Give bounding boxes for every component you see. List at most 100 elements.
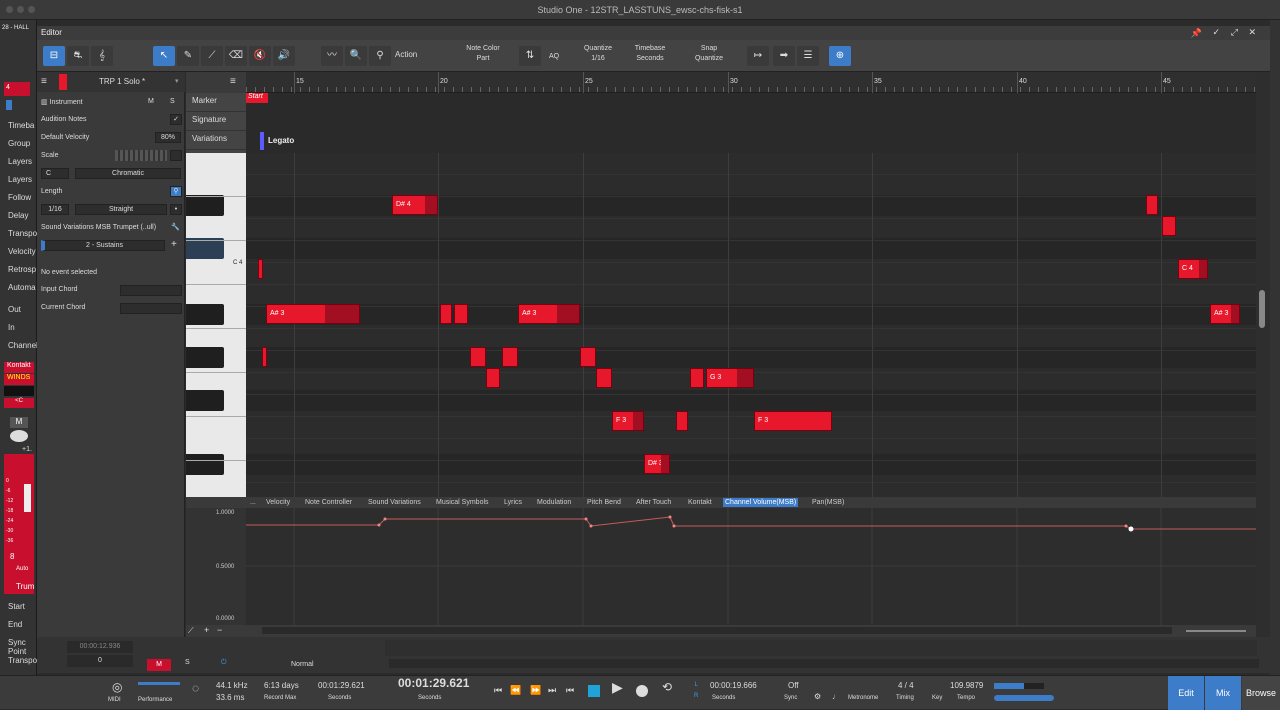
bend-tool-icon[interactable]: 〰	[321, 46, 343, 66]
position-secondary-unit[interactable]: Seconds	[328, 693, 351, 704]
controller-curve[interactable]	[246, 516, 1256, 530]
controller-tab-pitch-bend[interactable]: Pitch Bend	[585, 498, 623, 507]
note-event[interactable]: D# 4	[392, 195, 438, 215]
note-event[interactable]: A# 3	[1210, 304, 1240, 324]
controller-point[interactable]	[1124, 524, 1128, 528]
autoscroll-icon[interactable]: ➡	[773, 46, 795, 66]
pin-icon[interactable]: 📌	[1191, 28, 1202, 39]
length-value-select[interactable]: 1/16	[41, 204, 69, 215]
performance-label[interactable]: Performance	[138, 695, 172, 706]
controller-tab-after-touch[interactable]: After Touch	[634, 498, 673, 507]
sound-variation-select[interactable]: 2 - Sustains	[41, 240, 165, 251]
tempo-value[interactable]: 109.9879	[950, 680, 983, 691]
master-volume-slider[interactable]	[994, 695, 1054, 701]
controller-point[interactable]	[584, 517, 588, 521]
key-label[interactable]: Key	[932, 693, 942, 704]
timebase-control[interactable]: Timebase Seconds	[631, 44, 669, 64]
chevron-down-icon[interactable]: ▾	[175, 77, 179, 85]
zoom-slider[interactable]	[1186, 630, 1246, 632]
note-event[interactable]	[690, 368, 704, 388]
note-event[interactable]	[258, 259, 263, 279]
snap-control[interactable]: Snap Quantize	[689, 44, 729, 64]
goto-end-icon[interactable]: ⏭	[548, 685, 556, 696]
controller-tab-modulation[interactable]: Modulation	[535, 498, 573, 507]
variations-track-label[interactable]: Variations	[186, 131, 246, 150]
current-chord-field[interactable]	[120, 303, 182, 314]
metronome-icon[interactable]: ♩	[832, 691, 840, 702]
loop-length-unit[interactable]: Seconds	[712, 693, 735, 704]
remove-lane-icon[interactable]: −	[217, 625, 222, 635]
close-editor-icon[interactable]: ✕	[1248, 27, 1256, 38]
return-to-zero-icon[interactable]: ⏮	[494, 685, 502, 696]
note-event[interactable]	[1146, 195, 1158, 215]
goto-marker-icon[interactable]: ⏮	[566, 685, 574, 696]
wrench-icon[interactable]: 🔧	[171, 223, 180, 231]
scale-type-select[interactable]: Chromatic	[75, 168, 181, 179]
legato-variation-label[interactable]: Legato	[268, 136, 294, 145]
note-event[interactable]: G 3	[706, 368, 754, 388]
menu-icon[interactable]: ≡	[230, 76, 236, 87]
add-lane-icon[interactable]: +	[204, 625, 209, 635]
sync-point-field[interactable]: 00:00:12.936	[67, 641, 133, 653]
note-event[interactable]: A# 3	[518, 304, 580, 324]
note-event[interactable]: F 3	[754, 411, 832, 431]
pan-control[interactable]: <C	[4, 398, 34, 408]
instrument-solo-button[interactable]: S	[170, 98, 175, 105]
controller-tab-velocity[interactable]: Velocity	[264, 498, 292, 507]
controller-tab-pan[interactable]: Pan(MSB)	[810, 498, 846, 507]
paint-tool-icon[interactable]: ⟋	[201, 46, 223, 66]
note-event[interactable]: D# 3	[644, 454, 670, 474]
controller-point[interactable]	[668, 515, 672, 519]
zoom-fit-icon[interactable]: ⊕	[829, 46, 851, 66]
kontakt-insert[interactable]: Kontakt	[4, 362, 34, 373]
transpose-field[interactable]: 0	[67, 655, 133, 667]
split-tool-icon[interactable]: ⚲	[369, 46, 391, 66]
inspector-toggle-icon[interactable]: ⊟	[43, 46, 65, 66]
arrow-tool-icon[interactable]: ↖	[153, 46, 175, 66]
label-in[interactable]: In	[8, 323, 15, 332]
browse-view-button[interactable]: Browse	[1242, 676, 1280, 710]
channel-fader-strip[interactable]: 0 -6 -12 -18 -24 -30 -36 8 Auto	[4, 454, 34, 584]
snap-toggle-icon[interactable]: ↦	[747, 46, 769, 66]
default-velocity-field[interactable]: 80%	[155, 132, 181, 143]
length-search-icon[interactable]: ⚲	[170, 186, 182, 197]
lower-scrollbar[interactable]	[389, 659, 1259, 668]
controller-lane[interactable]: 1.0000 0.5000 0.0000	[186, 508, 1256, 625]
note-event[interactable]	[454, 304, 468, 324]
scale-keyboard-icon[interactable]	[115, 150, 167, 161]
zoom-tool-icon[interactable]: 🔍	[345, 46, 367, 66]
loop-length[interactable]: 00:00:19.666	[710, 680, 757, 691]
controller-tab-more[interactable]: ...	[248, 498, 258, 507]
play-icon[interactable]: ▶	[612, 680, 623, 694]
list-icon[interactable]: ≡	[41, 76, 47, 87]
note-event[interactable]	[596, 368, 612, 388]
note-event[interactable]	[486, 368, 500, 388]
vertical-scroll-thumb[interactable]	[1259, 290, 1265, 328]
label-out[interactable]: Out	[8, 305, 21, 314]
sync-state[interactable]: Off	[788, 680, 799, 691]
controller-tab-sound-variations[interactable]: Sound Variations	[366, 498, 423, 507]
automation-mode[interactable]: Auto	[16, 566, 28, 572]
inspector-track-name[interactable]: TRP 1 Solo *	[99, 77, 145, 86]
note-filter-icon[interactable]: ⇅	[519, 46, 541, 66]
loop-markers-icon[interactable]: LR	[694, 680, 698, 702]
mode-normal[interactable]: Normal	[291, 661, 314, 668]
quantize-control[interactable]: Quantize 1/16	[581, 44, 615, 64]
settings-icon[interactable]: ⚙	[814, 691, 821, 702]
audition-notes-checkbox[interactable]: ✓	[170, 114, 182, 125]
eraser-tool-icon[interactable]: ⌫	[225, 46, 247, 66]
length-dot-icon[interactable]: •	[170, 204, 182, 215]
action-menu[interactable]: Action	[395, 50, 417, 60]
mute-button[interactable]: M	[10, 417, 28, 428]
main-time-display[interactable]: 00:01:29.621	[398, 677, 469, 689]
timeline-ruler[interactable]: 15 20 25 30 35 40 45	[246, 72, 1256, 93]
instrument-mute-button[interactable]: M	[148, 98, 154, 105]
piano-roll-grid[interactable]: D# 4 C 4 A# 3 A# 3 A# 3 G 3 F 3 F 3 D# 3	[246, 153, 1256, 497]
scale-toggle[interactable]	[170, 150, 182, 161]
metronome-label[interactable]: Metronome	[848, 693, 878, 704]
curve-icon[interactable]: ⟋	[188, 626, 194, 636]
check-icon[interactable]: ✓	[1212, 27, 1220, 38]
add-variation-icon[interactable]: +	[171, 239, 177, 250]
note-event[interactable]	[262, 347, 267, 367]
note-event[interactable]	[580, 347, 596, 367]
